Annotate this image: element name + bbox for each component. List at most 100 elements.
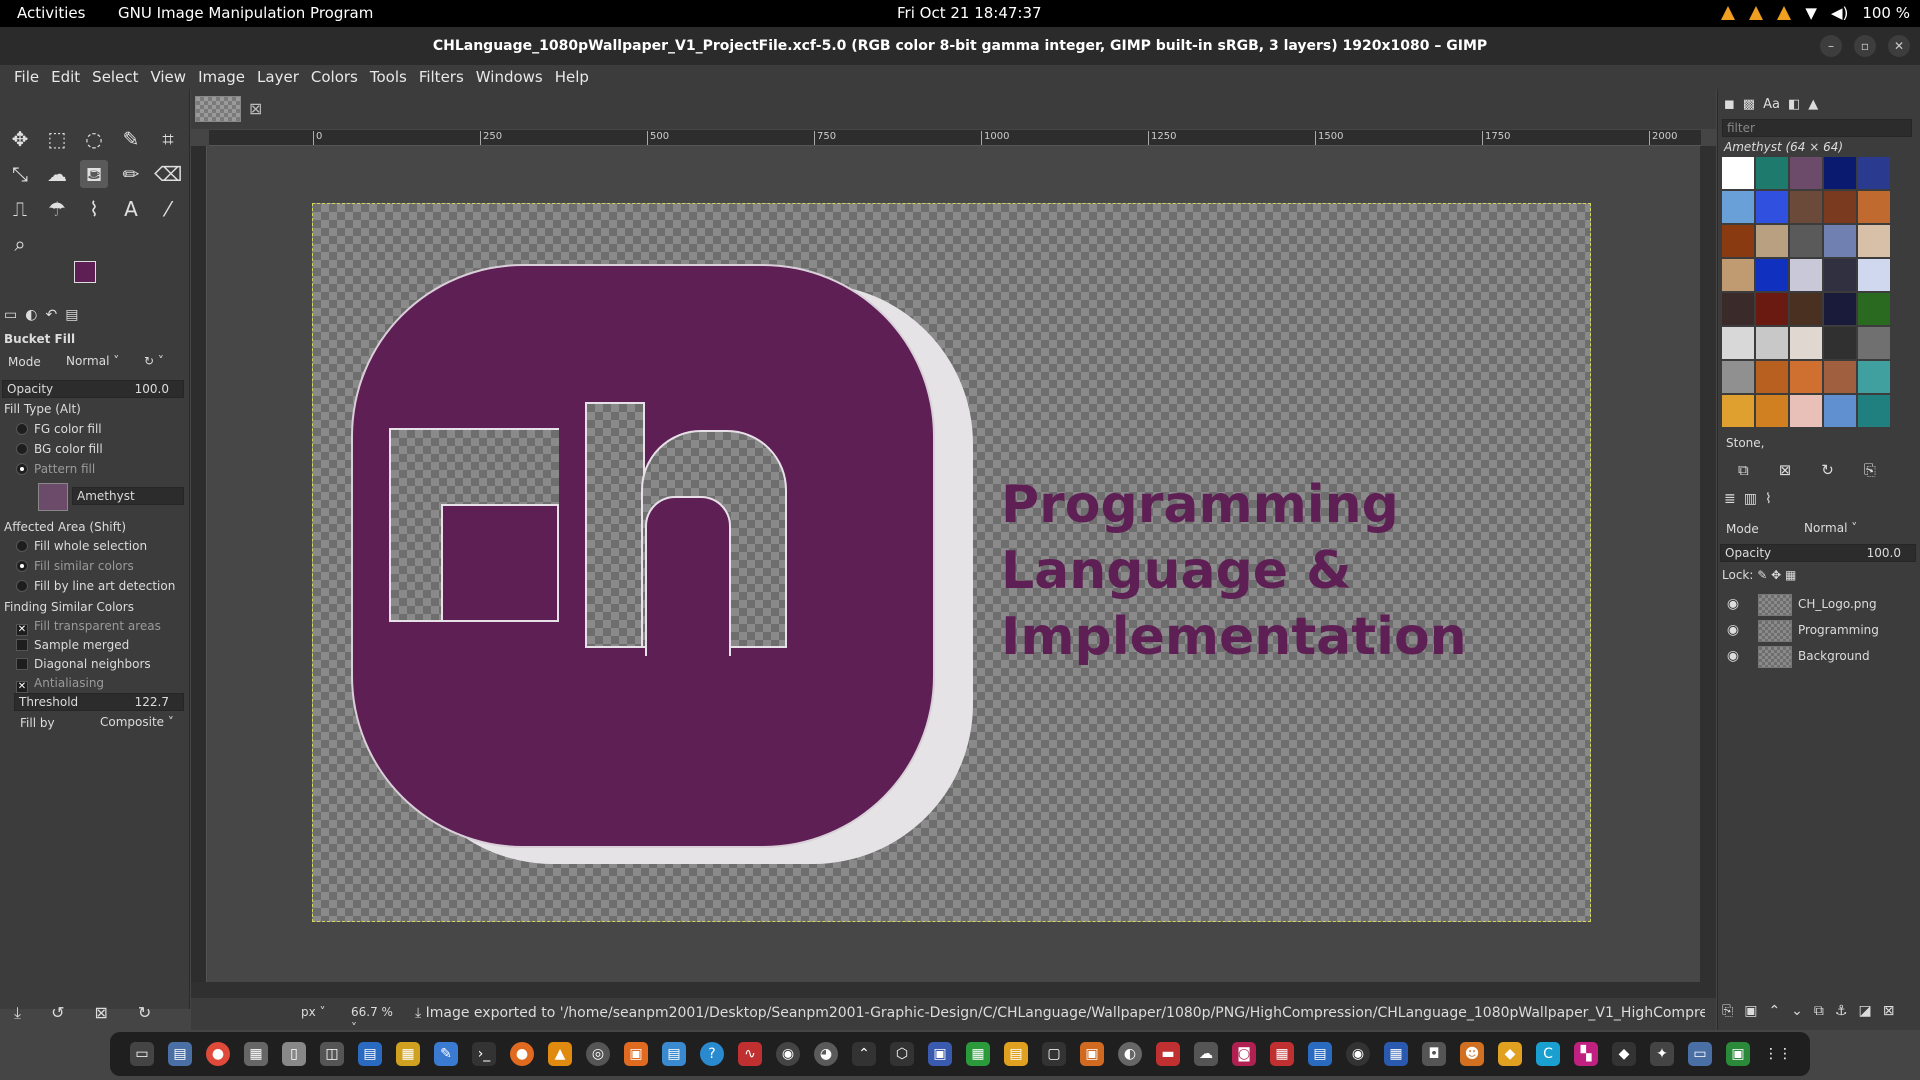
vertical-ruler[interactable] [191,146,207,982]
move-tool-icon[interactable]: ✥ [6,125,34,153]
menu-filters[interactable]: Filters [413,65,470,89]
color-picker-icon[interactable]: ⁄ [154,195,182,223]
pattern-swatch[interactable] [1824,225,1856,257]
editor-icon[interactable]: ✎ [434,1042,458,1066]
fonts-tab-icon[interactable]: Aa [1763,97,1780,112]
close-image-tab-icon[interactable]: ⊠ [249,99,262,118]
pattern-swatch[interactable] [1790,157,1822,189]
pattern-swatch[interactable] [1756,157,1788,189]
pattern-swatch[interactable] [1858,225,1890,257]
warning-icon[interactable] [1721,6,1736,20]
pattern-swatch[interactable] [1756,361,1788,393]
show-desktop-icon[interactable]: ▭ [130,1042,154,1066]
images-tab-icon[interactable]: ▤ [65,307,78,323]
restore-options-icon[interactable]: ↺ [51,1003,64,1023]
fg-fill-radio[interactable]: FG color fill [16,422,102,436]
app-icon[interactable]: ⌃ [852,1042,876,1066]
app-icon[interactable]: ∿ [738,1042,762,1066]
delete-layer-icon[interactable]: ⊠ [1883,1003,1895,1019]
new-group-icon[interactable]: ▣ [1744,1003,1757,1019]
layer-opacity-slider[interactable]: Opacity 100.0 [1720,544,1916,562]
pattern-swatch[interactable] [1756,293,1788,325]
lock-alpha-icon[interactable]: ▦ [1785,568,1796,582]
show-apps-icon[interactable]: ⋮⋮ [1764,1042,1792,1066]
device-status-tab-icon[interactable]: ◐ [25,307,37,323]
undo-history-tab-icon[interactable]: ↶ [45,307,57,323]
gimp-icon[interactable]: ◕ [814,1042,838,1066]
pattern-swatch[interactable] [1858,191,1890,223]
menu-file[interactable]: File [8,65,45,89]
mode-select[interactable]: Normal ˅ [62,353,132,371]
horizontal-ruler[interactable]: 0 250 500 750 1000 1250 1500 1750 2000 [209,130,1701,146]
app-icon[interactable]: ▣ [928,1042,952,1066]
patterns-tab-icon[interactable]: ▩ [1743,97,1755,112]
app-icon[interactable]: ▦ [244,1042,268,1066]
writer-icon[interactable]: ▤ [358,1042,382,1066]
pattern-swatch[interactable] [1790,293,1822,325]
pattern-swatch[interactable] [1722,395,1754,427]
visibility-eye-icon[interactable]: ◉ [1724,591,1742,617]
app-icon[interactable]: ◉ [1346,1042,1370,1066]
app-icon[interactable]: ▯ [282,1042,306,1066]
fill-by-select[interactable]: Composite ˅ [96,714,184,732]
fuzzy-select-icon[interactable]: ✎ [117,125,145,153]
help-icon[interactable]: ? [700,1042,724,1066]
active-app-name[interactable]: GNU Image Manipulation Program [118,4,373,22]
maximize-button[interactable]: ▫ [1854,35,1876,57]
chrome-icon[interactable]: ● [206,1042,230,1066]
anchor-layer-icon[interactable]: ⚓ [1835,1003,1848,1019]
app-icon[interactable]: ◆ [1612,1042,1636,1066]
pattern-swatch[interactable] [1824,361,1856,393]
lock-position-icon[interactable]: ✥ [1771,568,1781,582]
open-pattern-icon[interactable]: ⎘ [1864,461,1876,479]
app-icon[interactable]: ☻ [1460,1042,1484,1066]
image-canvas[interactable]: Programming Language & Implementation [312,203,1591,922]
menu-select[interactable]: Select [86,65,144,89]
paths-icon[interactable]: ⌇ [80,195,108,223]
duplicate-layer-icon[interactable]: ⧉ [1814,1003,1824,1019]
pattern-tag-select[interactable]: Stone, [1722,435,1912,453]
delete-pattern-icon[interactable]: ⊠ [1779,461,1792,479]
unit-select[interactable]: px ˅ [297,1004,337,1022]
menu-help[interactable]: Help [549,65,595,89]
app-icon[interactable]: ◐ [1118,1042,1142,1066]
mask-layer-icon[interactable]: ◪ [1858,1003,1871,1019]
app-icon[interactable]: ▦ [1384,1042,1408,1066]
save-options-icon[interactable]: ⤓ [14,1003,21,1023]
layer-mode-select[interactable]: Normal ˅ [1800,520,1870,538]
app-icon[interactable]: ◎ [586,1042,610,1066]
new-layer-icon[interactable]: ⎘ [1722,1003,1733,1019]
zoom-icon[interactable]: ⌕ [6,230,34,258]
lasso-icon[interactable]: ◌ [80,125,108,153]
rect-select-icon[interactable]: ⬚ [43,125,71,153]
pattern-swatch[interactable] [1858,293,1890,325]
pattern-grid[interactable] [1721,156,1896,428]
menu-windows[interactable]: Windows [470,65,549,89]
pattern-swatch[interactable] [1858,327,1890,359]
app-icon[interactable]: ◘ [1422,1042,1446,1066]
menu-tools[interactable]: Tools [364,65,413,89]
diagonal-neighbors-checkbox[interactable]: Diagonal neighbors [16,657,151,671]
menu-colors[interactable]: Colors [305,65,364,89]
pattern-swatch[interactable] [1722,327,1754,359]
fill-similar-colors-radio[interactable]: Fill similar colors [16,559,134,573]
smudge-icon[interactable]: ☂ [43,195,71,223]
app-icon[interactable]: ▤ [662,1042,686,1066]
zoom-select[interactable]: 66.7 % ˅ [347,1004,405,1035]
warning-icon[interactable] [1749,6,1764,20]
app-icon[interactable]: ☁ [1194,1042,1218,1066]
menu-view[interactable]: View [144,65,192,89]
opacity-slider[interactable]: Opacity 100.0 [2,380,184,398]
app-icon[interactable]: ✦ [1650,1042,1674,1066]
gradients-tab-icon[interactable]: ◧ [1788,97,1800,112]
app-icon[interactable]: ⬡ [890,1042,914,1066]
app-icon[interactable]: ▤ [1308,1042,1332,1066]
menu-layer[interactable]: Layer [251,65,305,89]
fill-line-art-radio[interactable]: Fill by line art detection [16,579,175,593]
text-tool-icon[interactable]: A [117,195,145,223]
activities-button[interactable]: Activities [17,4,85,22]
app-icon[interactable]: ▢ [1042,1042,1066,1066]
pattern-swatch[interactable] [1756,225,1788,257]
scale-icon[interactable]: ⤡ [6,160,34,188]
vertical-scrollbar[interactable] [1700,146,1716,982]
